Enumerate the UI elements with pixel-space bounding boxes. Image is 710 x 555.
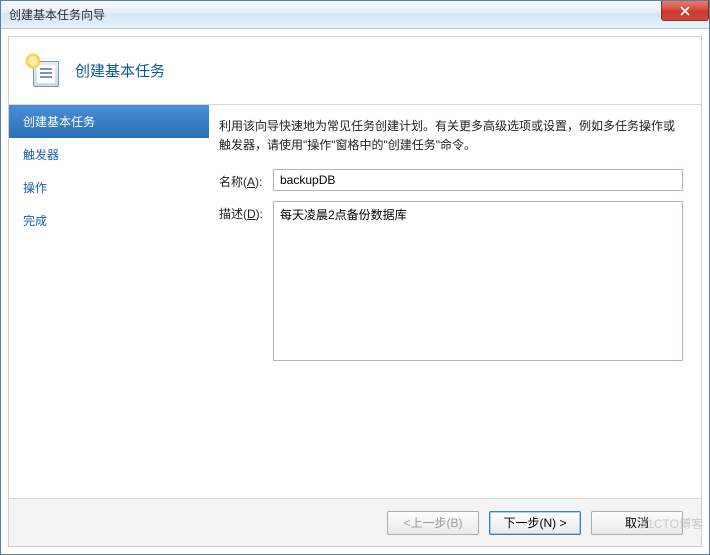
titlebar: 创建基本任务向导 (1, 1, 709, 29)
sidebar-item-trigger[interactable]: 触发器 (9, 138, 209, 171)
sidebar-item-label: 操作 (23, 181, 47, 195)
description-row: 描述(D): (219, 201, 683, 361)
close-icon (680, 6, 690, 16)
sidebar-item-label: 完成 (23, 214, 47, 228)
wizard-footer: <上一步(B) 下一步(N) > 取消 (9, 498, 701, 546)
page-title: 创建基本任务 (75, 60, 165, 81)
wizard-inner: 创建基本任务 创建基本任务 触发器 操作 完成 利用该向导快速地为常见任务创建计… (8, 36, 702, 547)
description-textarea[interactable] (273, 201, 683, 361)
cancel-button[interactable]: 取消 (591, 511, 683, 535)
name-input[interactable] (273, 169, 683, 191)
main-panel: 利用该向导快速地为常见任务创建计划。有关更多高级选项或设置，例如多任务操作或触发… (209, 105, 701, 498)
sidebar-item-action[interactable]: 操作 (9, 171, 209, 204)
close-button[interactable] (661, 1, 709, 21)
window-title: 创建基本任务向导 (9, 6, 105, 23)
description-label: 描述(D): (219, 201, 273, 222)
wizard-window: 创建基本任务向导 创建基本任务 创建基本任务 触发器 操作 完成 利用该向导快速… (0, 0, 710, 555)
sidebar-item-label: 触发器 (23, 148, 59, 162)
sidebar: 创建基本任务 触发器 操作 完成 (9, 105, 209, 498)
wizard-header: 创建基本任务 (9, 37, 701, 105)
name-row: 名称(A): (219, 169, 683, 191)
sidebar-item-finish[interactable]: 完成 (9, 204, 209, 237)
sidebar-item-create-basic-task[interactable]: 创建基本任务 (9, 105, 209, 138)
next-button[interactable]: 下一步(N) > (489, 511, 581, 535)
hint-text: 利用该向导快速地为常见任务创建计划。有关更多高级选项或设置，例如多任务操作或触发… (219, 117, 683, 155)
back-button: <上一步(B) (387, 511, 479, 535)
name-label: 名称(A): (219, 169, 273, 190)
task-scheduler-icon (27, 55, 59, 87)
sidebar-item-label: 创建基本任务 (23, 115, 95, 129)
wizard-body: 创建基本任务 触发器 操作 完成 利用该向导快速地为常见任务创建计划。有关更多高… (9, 105, 701, 498)
